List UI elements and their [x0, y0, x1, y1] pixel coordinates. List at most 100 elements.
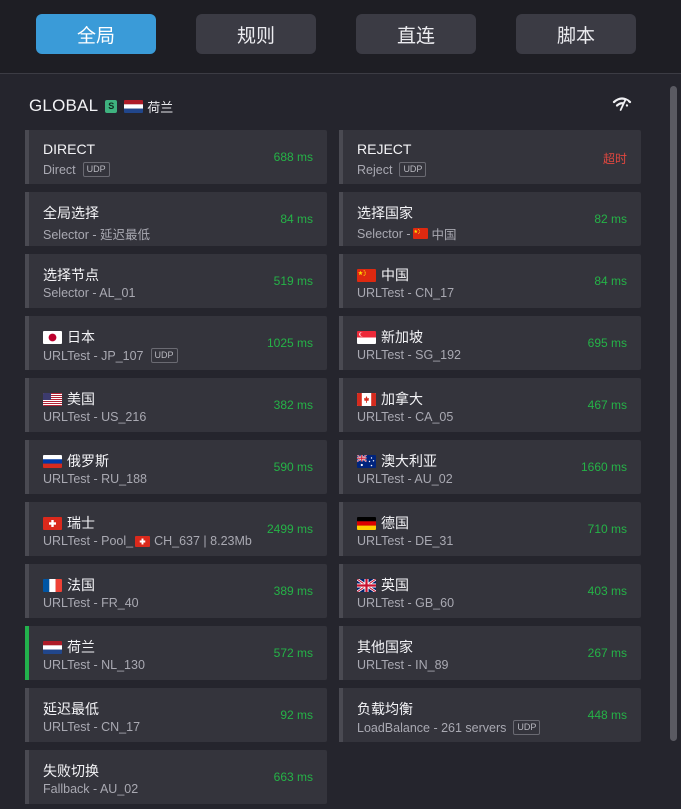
proxy-type-row: LoadBalance - 261 servers UDP [357, 720, 541, 735]
proxy-type: URLTest - US_216 [43, 410, 147, 424]
proxy-group-panel: GLOBAL S 荷兰 DIRECT Direct UDP 688 ms REJECT R… [0, 74, 681, 809]
tab-script[interactable]: 脚本 [516, 14, 636, 54]
proxy-name: 负载均衡 [357, 701, 413, 717]
proxy-card[interactable]: 负载均衡 LoadBalance - 261 servers UDP 448 ms [339, 688, 641, 742]
delay-value[interactable]: 1025 ms [267, 336, 313, 350]
proxy-type-row: URLTest - CA_05 [357, 410, 453, 424]
wifi-signal-icon[interactable] [612, 96, 632, 112]
proxy-card[interactable]: 新加坡 URLTest - SG_192 695 ms [339, 316, 641, 370]
delay-value[interactable]: 382 ms [274, 398, 313, 412]
proxy-card[interactable]: 失败切换 Fallback - AU_02 663 ms [25, 750, 327, 804]
proxy-card[interactable]: 荷兰 URLTest - NL_130 572 ms [25, 626, 327, 680]
netherlands-flag-icon [124, 99, 144, 113]
proxy-name-row: 俄罗斯 [43, 451, 109, 471]
proxy-name: 法国 [67, 577, 95, 593]
udp-badge: UDP [150, 348, 178, 363]
proxy-type: URLTest - CN_17 [43, 720, 141, 734]
proxy-name-row: 荷兰 [43, 637, 95, 657]
uk-flag-icon [357, 578, 376, 592]
germany-flag-icon [357, 516, 376, 530]
proxy-name: 选择国家 [357, 205, 413, 221]
delay-value[interactable]: 92 ms [280, 708, 313, 722]
delay-value[interactable]: 448 ms [588, 708, 627, 722]
proxy-card[interactable]: 选择节点 Selector - AL_01 519 ms [25, 254, 327, 308]
proxy-card[interactable]: 俄罗斯 URLTest - RU_188 590 ms [25, 440, 327, 494]
proxy-card[interactable]: 日本 URLTest - JP_107 UDP 1025 ms [25, 316, 327, 370]
switzerland-flag-icon [135, 535, 151, 547]
proxy-card[interactable]: 澳大利亚 URLTest - AU_02 1660 ms [339, 440, 641, 494]
proxy-name-row: 法国 [43, 575, 95, 595]
proxy-type-row: URLTest - Pool_ CH_637 | 8.23Mb [43, 534, 252, 548]
proxy-card[interactable]: 其他国家 URLTest - IN_89 267 ms [339, 626, 641, 680]
proxy-type-row: URLTest - IN_89 [357, 658, 448, 672]
proxy-type-row: URLTest - JP_107 UDP [43, 348, 178, 363]
proxy-type: URLTest - CN_17 [357, 286, 455, 300]
proxy-current-node: CH_637 | 8.23Mb [154, 534, 252, 548]
proxy-name-row: 延迟最低 [43, 699, 99, 719]
russia-flag-icon [43, 454, 62, 468]
tab-rule[interactable]: 规则 [196, 14, 316, 54]
proxy-type-row: URLTest - CN_17 [43, 720, 140, 734]
usa-flag-icon [43, 392, 62, 406]
scrollbar-thumb[interactable] [670, 86, 677, 741]
proxy-name-row: 英国 [357, 575, 409, 595]
proxy-name-row: REJECT [357, 141, 411, 157]
delay-value[interactable]: 519 ms [274, 274, 313, 288]
proxy-card[interactable]: 选择国家 Selector - 中国 82 ms [339, 192, 641, 246]
proxy-type: URLTest - CA_05 [357, 410, 454, 424]
proxy-card[interactable]: 延迟最低 URLTest - CN_17 92 ms [25, 688, 327, 742]
delay-value[interactable]: 572 ms [274, 646, 313, 660]
proxy-card[interactable]: 瑞士 URLTest - Pool_ CH_637 | 8.23Mb 2499 ms [25, 502, 327, 556]
delay-value[interactable]: 688 ms [274, 150, 313, 164]
tab-global[interactable]: 全局 [36, 14, 156, 54]
delay-value[interactable]: 590 ms [274, 460, 313, 474]
proxy-card[interactable]: 加拿大 URLTest - CA_05 467 ms [339, 378, 641, 432]
tab-direct[interactable]: 直连 [356, 14, 476, 54]
proxy-name: 美国 [67, 391, 95, 407]
delay-value[interactable]: 82 ms [594, 212, 627, 226]
delay-value[interactable]: 超时 [603, 150, 627, 167]
delay-value[interactable]: 663 ms [274, 770, 313, 784]
proxy-type: URLTest - IN_89 [357, 658, 449, 672]
proxy-name-row: 失败切换 [43, 761, 99, 781]
proxy-type-row: URLTest - CN_17 [357, 286, 454, 300]
delay-value[interactable]: 695 ms [588, 336, 627, 350]
proxy-card[interactable]: 中国 URLTest - CN_17 84 ms [339, 254, 641, 308]
delay-value[interactable]: 84 ms [594, 274, 627, 288]
delay-value[interactable]: 403 ms [588, 584, 627, 598]
proxy-card[interactable]: 德国 URLTest - DE_31 710 ms [339, 502, 641, 556]
proxy-name: 俄罗斯 [67, 453, 109, 469]
proxy-type: Reject [357, 162, 393, 177]
delay-value[interactable]: 1660 ms [581, 460, 627, 474]
canada-flag-icon [357, 392, 376, 406]
proxy-type: URLTest - Pool_ [43, 534, 134, 548]
proxy-type-row: Direct UDP [43, 162, 110, 177]
proxy-name: DIRECT [43, 141, 96, 157]
proxy-type: URLTest - DE_31 [357, 534, 454, 548]
proxy-type-row: Selector - 延迟最低 [43, 224, 150, 243]
proxy-name: 澳大利亚 [381, 453, 437, 469]
delay-value[interactable]: 710 ms [588, 522, 627, 536]
proxy-name-row: 日本 [43, 327, 95, 347]
proxy-card[interactable]: DIRECT Direct UDP 688 ms [25, 130, 327, 184]
proxy-type: URLTest - RU_188 [43, 472, 147, 486]
proxy-card[interactable]: 美国 URLTest - US_216 382 ms [25, 378, 327, 432]
selector-badge: S [105, 99, 118, 113]
mode-tab-bar: 全局 规则 直连 脚本 [0, 0, 681, 74]
proxy-card[interactable]: 全局选择 Selector - 延迟最低 84 ms [25, 192, 327, 246]
delay-value[interactable]: 389 ms [274, 584, 313, 598]
delay-value[interactable]: 267 ms [588, 646, 627, 660]
delay-value[interactable]: 467 ms [588, 398, 627, 412]
proxy-name-row: 全局选择 [43, 203, 99, 223]
proxy-card[interactable]: REJECT Reject UDP 超时 [339, 130, 641, 184]
proxy-card[interactable]: 英国 URLTest - GB_60 403 ms [339, 564, 641, 618]
proxy-name: 失败切换 [43, 763, 99, 779]
group-name: GLOBAL [29, 96, 99, 115]
proxy-type: URLTest - JP_107 [43, 348, 144, 363]
proxy-name-row: 选择国家 [357, 203, 413, 223]
proxy-card[interactable]: 法国 URLTest - FR_40 389 ms [25, 564, 327, 618]
delay-value[interactable]: 2499 ms [267, 522, 313, 536]
proxy-current-node: 中国 [431, 228, 457, 242]
delay-value[interactable]: 84 ms [280, 212, 313, 226]
proxy-name: 延迟最低 [43, 701, 99, 717]
